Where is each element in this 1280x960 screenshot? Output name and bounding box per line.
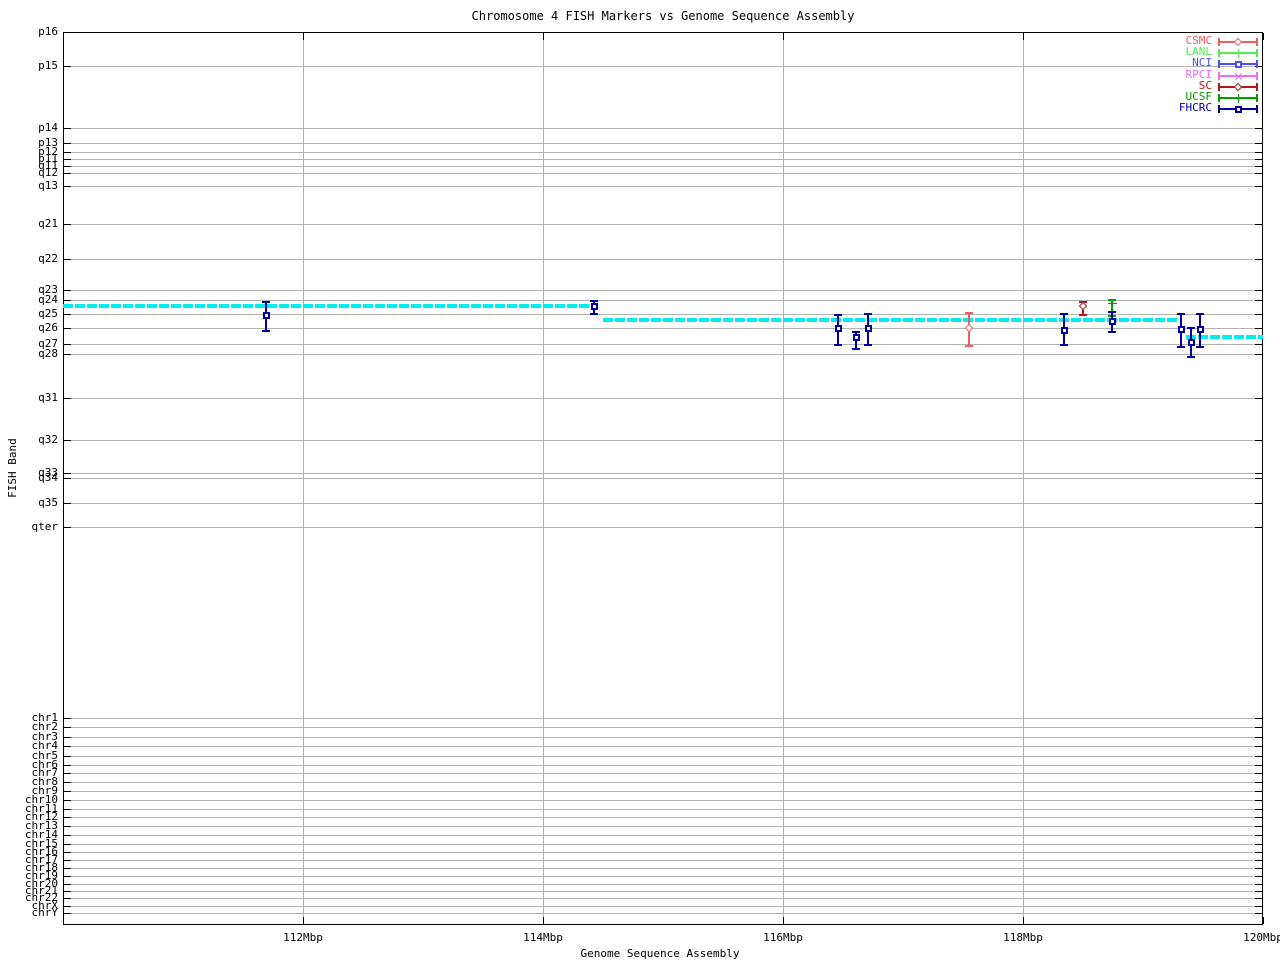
- fish-marker-chart: Chromosome 4 FISH Markers vs Genome Sequ…: [0, 0, 1280, 960]
- marker-plus: [1238, 94, 1239, 103]
- plot-border: [63, 32, 1263, 925]
- error-bar-cap-FHCRC: [1196, 313, 1205, 315]
- error-bar-cap-FHCRC: [590, 313, 599, 315]
- error-bar-cap-FHCRC: [1196, 346, 1205, 348]
- error-bar-cap-FHCRC: [834, 314, 842, 316]
- chart-title: Chromosome 4 FISH Markers vs Genome Sequ…: [471, 9, 855, 23]
- marker-square: [1178, 326, 1186, 333]
- error-bar-cap-FHCRC: [864, 344, 872, 346]
- legend-sample-cap: [1256, 94, 1258, 102]
- marker-square: [1060, 327, 1068, 334]
- y-tick-label: q12: [38, 166, 58, 179]
- error-bar-cap-FHCRC: [1186, 327, 1195, 329]
- legend-sample-cap: [1218, 105, 1220, 114]
- y-tick-label: q25: [38, 307, 58, 320]
- y-tick-label: q34: [38, 471, 58, 484]
- error-bar-cap-FHCRC: [1177, 313, 1186, 315]
- legend-sample-cap: [1218, 82, 1220, 91]
- y-tick-label: q35: [38, 496, 58, 509]
- x-tick-label: 114Mbp: [523, 931, 563, 944]
- x-tick-label: 116Mbp: [763, 931, 803, 944]
- marker-square: [1235, 61, 1242, 69]
- assembly-band-q25-q26: [603, 318, 1177, 322]
- marker-square: [1187, 339, 1195, 346]
- y-tick-label: q21: [38, 217, 58, 230]
- x-tick-label: 120Mbp: [1243, 931, 1280, 944]
- error-bar-cap-FHCRC: [261, 301, 270, 303]
- error-bar-cap-FHCRC: [1177, 346, 1186, 348]
- marker-square: [853, 334, 860, 341]
- y-tick-label: q26: [38, 321, 58, 334]
- y-tick-label: qter: [31, 520, 59, 533]
- y-tick-label: q22: [38, 252, 58, 265]
- error-bar-cap-CSMC: [964, 312, 973, 314]
- error-bar-cap-FHCRC: [834, 344, 842, 346]
- marker-square: [835, 325, 842, 332]
- error-bar-cap-FHCRC: [1059, 344, 1068, 346]
- error-bar-cap-CSMC: [964, 345, 973, 347]
- marker-square: [865, 325, 872, 332]
- legend-sample-cap: [1218, 60, 1220, 69]
- y-tick-label: p14: [38, 121, 58, 134]
- error-bar-cap-FHCRC: [852, 348, 860, 350]
- error-bar-cap-FHCRC: [590, 300, 599, 302]
- assembly-band-q24-q25: [63, 304, 590, 308]
- error-bar-cap-FHCRC: [864, 313, 872, 315]
- assembly-band-q26-q27: [1186, 335, 1263, 339]
- error-bar-cap-FHCRC: [1107, 311, 1116, 313]
- y-tick-label: q31: [38, 391, 58, 404]
- y-tick-label: q28: [38, 347, 58, 360]
- y-tick-label: chrY: [31, 906, 59, 919]
- x-tick-label: 118Mbp: [1003, 931, 1043, 944]
- legend-label-FHCRC: FHCRC: [1178, 101, 1212, 115]
- marker-square: [1197, 326, 1205, 333]
- marker-plus: [1111, 299, 1113, 308]
- tick-x-bottom: [1263, 917, 1264, 924]
- error-bar-cap-FHCRC: [1107, 331, 1116, 333]
- legend-sample-cap: [1256, 60, 1258, 69]
- y-tick-label: q32: [38, 433, 58, 446]
- legend-sample-cap: [1218, 71, 1220, 80]
- legend-label-RPCI: RPCI: [1185, 67, 1213, 81]
- y-tick-label: p15: [38, 59, 58, 72]
- legend-label-LANL: LANL: [1185, 45, 1213, 59]
- x-axis-title: Genome Sequence Assembly: [580, 947, 740, 960]
- legend-sample-cap: [1256, 82, 1258, 91]
- error-bar-cap-FHCRC: [1186, 356, 1195, 358]
- marker-square: [262, 312, 270, 319]
- marker-square: [1235, 106, 1242, 114]
- y-tick-label: p16: [38, 25, 58, 38]
- error-bar-cap-FHCRC: [1059, 313, 1068, 315]
- legend-sample-cap: [1256, 105, 1258, 114]
- x-tick-label: 112Mbp: [283, 931, 323, 944]
- legend-sample-cap: [1256, 71, 1258, 80]
- y-tick-label: q13: [38, 179, 58, 192]
- marker-square: [1108, 318, 1116, 325]
- legend-sample-cap: [1218, 38, 1220, 46]
- error-bar-cap-SC: [1078, 314, 1087, 316]
- legend-sample-cap: [1218, 94, 1220, 102]
- legend-sample-cap: [1218, 49, 1220, 58]
- marker-square: [591, 303, 599, 310]
- legend-sample-cap: [1256, 38, 1258, 46]
- legend-sample-cap: [1256, 49, 1258, 58]
- error-bar-cap-FHCRC: [261, 330, 270, 332]
- marker-plus: [1238, 49, 1239, 59]
- error-bar-cap-FHCRC: [852, 331, 860, 333]
- tick-x-top: [1263, 33, 1264, 40]
- y-tick-label: q24: [38, 293, 58, 306]
